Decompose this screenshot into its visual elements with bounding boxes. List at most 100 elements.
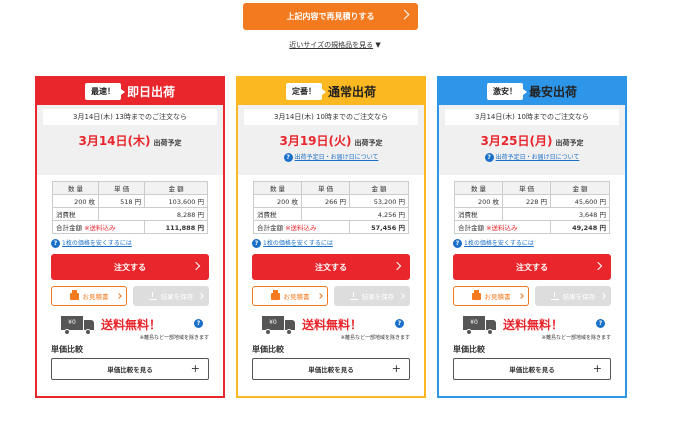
order-label: 注文する bbox=[516, 262, 548, 272]
estimate-button[interactable]: お見積書 bbox=[51, 286, 127, 306]
shipping-included: ※送料込み bbox=[84, 224, 116, 232]
plus-icon: + bbox=[391, 362, 401, 375]
question-icon[interactable]: ? bbox=[194, 319, 203, 328]
sub-actions: お見積書 結果を保存 bbox=[252, 286, 410, 306]
save-label: 結果を保存 bbox=[361, 293, 395, 301]
truck-icon: ¥0 bbox=[61, 316, 95, 335]
unit-header: 単 価 bbox=[301, 181, 350, 195]
amount-header: 金 額 bbox=[349, 181, 409, 195]
truck-icon: ¥0 bbox=[262, 316, 296, 335]
free-shipping: ¥0 送料無料！ ? ※離島など一部地域を除きます bbox=[37, 312, 223, 342]
nearby-size-link[interactable]: 近いサイズの規格品を見る ▼ bbox=[270, 40, 400, 50]
unit-compare-button[interactable]: 単価比較を見る + bbox=[51, 358, 209, 380]
sub-actions: お見積書 結果を保存 bbox=[51, 286, 209, 306]
unit-header: 単 価 bbox=[502, 181, 551, 195]
table-row: 合計金額 ※送料込み 57,456 円 bbox=[253, 220, 409, 234]
order-button[interactable]: 注文する bbox=[252, 254, 410, 280]
order-cutoff: 3月14日(木) 13時までのご注文なら bbox=[43, 109, 217, 125]
estimate-label: お見積書 bbox=[283, 293, 310, 301]
tax-cell: 3,648 円 bbox=[502, 207, 610, 221]
download-icon bbox=[550, 292, 559, 300]
schedule-link[interactable]: ? 出荷予定日・お届け日について bbox=[445, 152, 619, 162]
amount-header: 金 額 bbox=[550, 181, 610, 195]
truck-price: ¥0 bbox=[262, 316, 284, 330]
qty-cell: 200 枚 bbox=[253, 194, 302, 208]
order-button[interactable]: 注文する bbox=[51, 254, 209, 280]
order-label: 注文する bbox=[315, 262, 347, 272]
order-cutoff: 3月14日(木) 10時までのご注文なら bbox=[244, 109, 418, 125]
ship-line: 3月19日(火) 出荷予定 bbox=[244, 130, 418, 149]
option-badge: 激安！ bbox=[486, 83, 527, 100]
order-cutoff: 3月14日(木) 10時までのご注文なら bbox=[445, 109, 619, 125]
save-label: 結果を保存 bbox=[562, 293, 596, 301]
table-row: 200 枚 266 円 53,200 円 bbox=[253, 194, 409, 208]
table-row: 200 枚 518 円 103,600 円 bbox=[51, 194, 208, 208]
price-table: 数 量 単 価 金 額 200 枚 228 円 45,600 円 消費税 3,6… bbox=[454, 181, 610, 234]
estimate-label: お見積書 bbox=[484, 293, 511, 301]
question-icon: ? bbox=[484, 153, 494, 162]
estimate-button[interactable]: お見積書 bbox=[453, 286, 529, 306]
option-regular: 定番！ 通常出荷 3月14日(木) 10時までのご注文なら 3月19日(火) 出荷… bbox=[236, 76, 426, 398]
free-shipping-text: 送料無料！ bbox=[503, 318, 564, 332]
table-row: 消費税 4,256 円 bbox=[253, 207, 409, 221]
table-header-row: 数 量 単 価 金 額 bbox=[253, 181, 409, 195]
unit-compare-label: 単価比較を見る bbox=[509, 366, 555, 374]
ship-label: 出荷予定 bbox=[555, 139, 584, 147]
tax-label: 消費税 bbox=[253, 207, 302, 221]
printer-icon bbox=[471, 289, 481, 300]
ship-date: 3月25日(月) bbox=[480, 134, 553, 148]
chevron-right-icon bbox=[191, 261, 201, 271]
order-button[interactable]: 注文する bbox=[453, 254, 611, 280]
save-result-button[interactable]: 結果を保存 bbox=[535, 286, 611, 306]
plus-icon: + bbox=[592, 362, 602, 375]
ship-line: 3月25日(月) 出荷予定 bbox=[445, 130, 619, 149]
unit-header: 単 価 bbox=[98, 181, 146, 195]
unit-compare-button[interactable]: 単価比較を見る + bbox=[252, 358, 410, 380]
amount-cell: 103,600 円 bbox=[144, 194, 208, 208]
unit-compare-button[interactable]: 単価比較を見る + bbox=[453, 358, 611, 380]
save-result-button[interactable]: 結果を保存 bbox=[334, 286, 410, 306]
unit-compare-label: 単価比較を見る bbox=[107, 366, 153, 374]
amount-cell: 45,600 円 bbox=[550, 194, 610, 208]
cheaper-price-link[interactable]: ? 1枚の価格を安くするには bbox=[252, 238, 424, 248]
total-cell: 111,888 円 bbox=[144, 220, 208, 234]
chevron-right-icon bbox=[392, 261, 402, 271]
order-label: 注文する bbox=[114, 262, 146, 272]
chevron-right-icon bbox=[116, 293, 122, 299]
chevron-right-icon bbox=[198, 293, 204, 299]
cheaper-price-label: 1枚の価格を安くするには bbox=[464, 240, 534, 247]
unit-compare-title: 単価比較 bbox=[51, 345, 83, 354]
cheaper-price-link[interactable]: ? 1枚の価格を安くするには bbox=[51, 238, 223, 248]
qty-cell: 200 枚 bbox=[51, 194, 100, 208]
ship-date-box: 3月14日(木) 13時までのご注文なら 3月14日(木) 出荷予定 bbox=[37, 105, 223, 175]
estimate-button[interactable]: お見積書 bbox=[252, 286, 328, 306]
total-label-cell: 合計金額 ※送料込み bbox=[454, 220, 551, 234]
truck-icon: ¥0 bbox=[463, 316, 497, 335]
save-result-button[interactable]: 結果を保存 bbox=[133, 286, 209, 306]
question-icon[interactable]: ? bbox=[395, 319, 404, 328]
option-title: 即日出荷 bbox=[126, 85, 175, 99]
chevron-right-icon bbox=[399, 9, 410, 20]
unit-cell: 228 円 bbox=[502, 194, 551, 208]
cheaper-price-link[interactable]: ? 1枚の価格を安くするには bbox=[453, 238, 625, 248]
unit-compare-title: 単価比較 bbox=[453, 345, 485, 354]
qty-header: 数 量 bbox=[253, 181, 302, 195]
free-shipping-text: 送料無料！ bbox=[302, 318, 363, 332]
schedule-link-label: 出荷予定日・お届け日について bbox=[495, 154, 580, 161]
tax-cell: 4,256 円 bbox=[301, 207, 409, 221]
free-shipping-note: ※離島など一部地域を除きます bbox=[139, 335, 209, 341]
option-header: 激安！ 最安出荷 bbox=[439, 78, 625, 105]
re-estimate-label: 上記内容で再見積りする bbox=[286, 12, 375, 21]
question-icon[interactable]: ? bbox=[596, 319, 605, 328]
ship-date: 3月14日(木) bbox=[78, 134, 151, 148]
free-shipping-note: ※離島など一部地域を除きます bbox=[541, 335, 611, 341]
shipping-included: ※送料込み bbox=[486, 224, 518, 232]
ship-label: 出荷予定 bbox=[153, 139, 182, 147]
free-shipping-text: 送料無料！ bbox=[101, 318, 162, 332]
triangle-down-icon: ▼ bbox=[375, 41, 381, 49]
question-icon: ? bbox=[252, 239, 261, 248]
re-estimate-button[interactable]: 上記内容で再見積りする bbox=[243, 3, 418, 30]
chevron-right-icon bbox=[518, 293, 524, 299]
schedule-link[interactable]: ? 出荷予定日・お届け日について bbox=[244, 152, 418, 162]
total-label: 合計金額 bbox=[257, 224, 283, 232]
